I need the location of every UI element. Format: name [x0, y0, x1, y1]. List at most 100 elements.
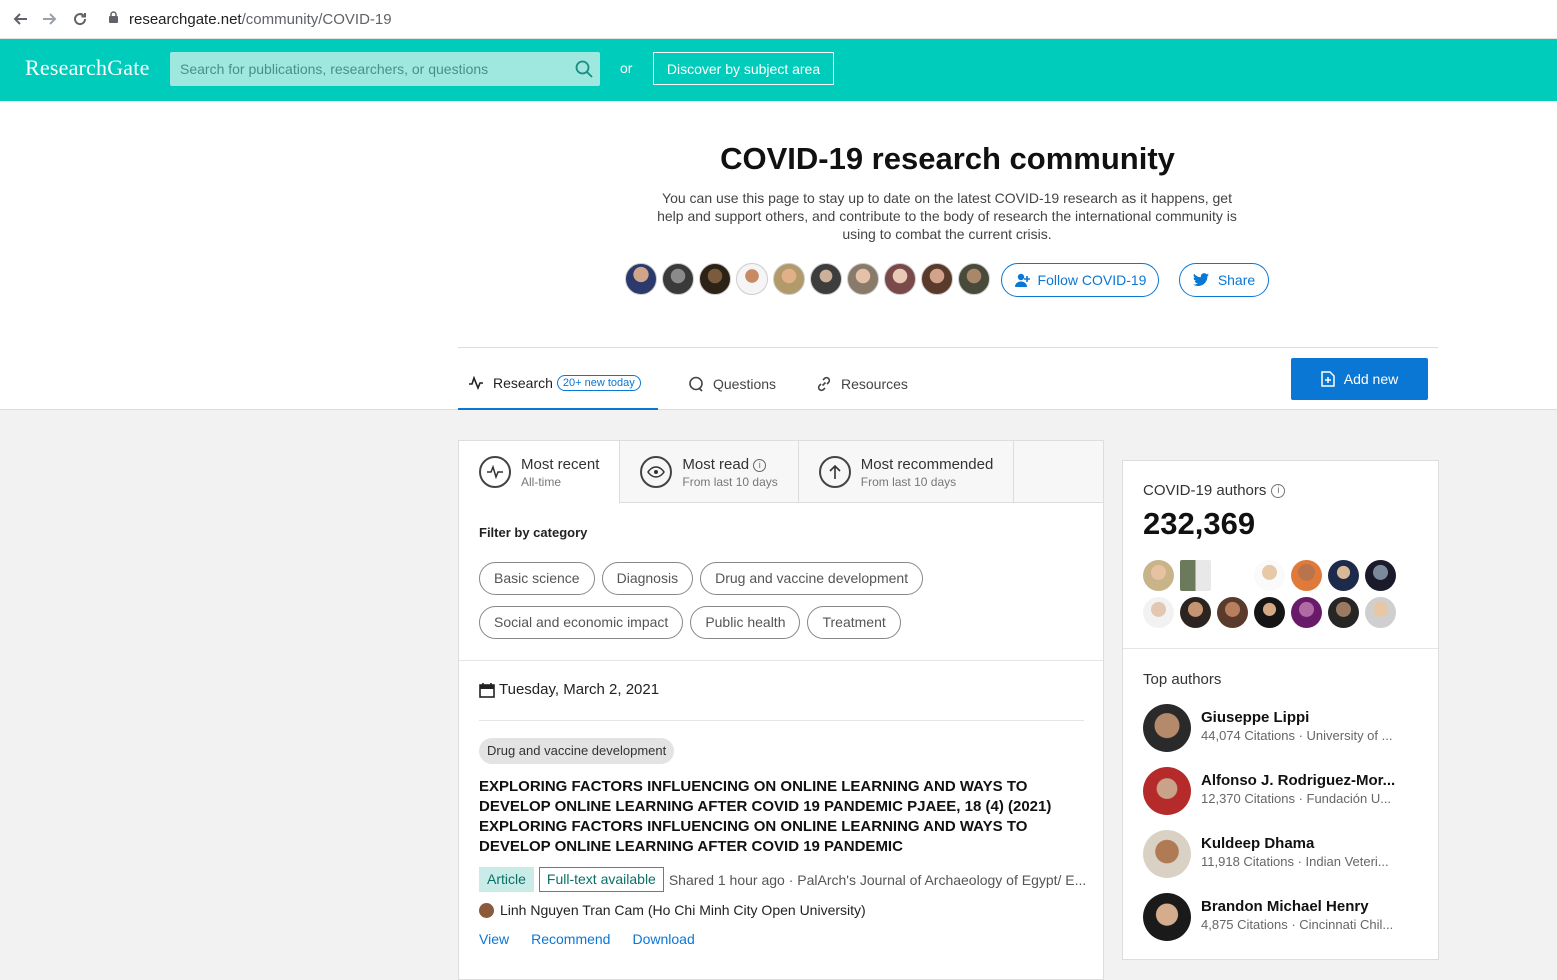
- avatar[interactable]: [1143, 830, 1191, 878]
- tab-most-read[interactable]: Most read i From last 10 days: [620, 441, 799, 503]
- authors-sidebar: COVID-19 authors i 232,369 Top authors G…: [1122, 460, 1439, 960]
- share-button[interactable]: Share: [1179, 263, 1269, 297]
- tab-most-recommended[interactable]: Most recommended From last 10 days: [799, 441, 1015, 503]
- question-bubble-icon: [688, 376, 704, 392]
- avatar[interactable]: [1328, 560, 1359, 591]
- chip-basic-science[interactable]: Basic science: [479, 562, 595, 595]
- author-citations: 11,918 Citations · Indian Veteri...: [1201, 854, 1389, 869]
- recommend-link[interactable]: Recommend: [531, 931, 610, 947]
- author-name[interactable]: Alfonso J. Rodriguez-Mor...: [1201, 772, 1406, 789]
- author-name: Linh Nguyen Tran Cam (Ho Chi Minh City O…: [500, 902, 866, 918]
- divider: [1123, 648, 1438, 649]
- authors-title: COVID-19 authors i: [1143, 482, 1286, 499]
- avatar[interactable]: [773, 263, 805, 295]
- top-author-item[interactable]: Kuldeep Dhama 11,918 Citations · Indian …: [1143, 830, 1423, 893]
- chip-drug-vaccine[interactable]: Drug and vaccine development: [700, 562, 924, 595]
- tab-resources-label: Resources: [841, 376, 908, 392]
- avatar[interactable]: [1143, 560, 1174, 591]
- top-author-item[interactable]: Brandon Michael Henry 4,875 Citations · …: [1143, 893, 1423, 956]
- researchgate-logo[interactable]: ResearchGate: [25, 55, 150, 81]
- avatar[interactable]: [736, 263, 768, 295]
- discover-subject-button[interactable]: Discover by subject area: [653, 52, 834, 85]
- back-arrow-icon[interactable]: [10, 9, 30, 29]
- sort-label: Most recommended: [860, 455, 994, 473]
- top-authors-list: Giuseppe Lippi 44,074 Citations · Univer…: [1143, 704, 1423, 956]
- avatar[interactable]: [1365, 597, 1396, 628]
- forward-arrow-icon[interactable]: [40, 9, 60, 29]
- top-author-item[interactable]: Alfonso J. Rodriguez-Mor... 12,370 Citat…: [1143, 767, 1423, 830]
- author-name[interactable]: Kuldeep Dhama: [1201, 835, 1406, 852]
- avatar[interactable]: [1143, 767, 1191, 815]
- follow-button[interactable]: Follow COVID-19: [1001, 263, 1159, 297]
- divider: [479, 720, 1084, 721]
- avatar[interactable]: [1291, 560, 1322, 591]
- category-tag[interactable]: Drug and vaccine development: [479, 738, 675, 764]
- avatar[interactable]: [1254, 597, 1285, 628]
- follower-avatars: [625, 263, 995, 295]
- search-icon[interactable]: [574, 59, 594, 79]
- avatar[interactable]: [1180, 560, 1211, 591]
- info-icon[interactable]: i: [753, 458, 767, 472]
- avatar[interactable]: [1291, 597, 1322, 628]
- author-citations: 4,875 Citations · Cincinnati Chil...: [1201, 917, 1394, 932]
- view-link[interactable]: View: [479, 931, 509, 947]
- tab-resources[interactable]: Resources: [816, 358, 908, 410]
- avatar[interactable]: [847, 263, 879, 295]
- avatar[interactable]: [884, 263, 916, 295]
- avatar: [479, 902, 494, 918]
- avatar[interactable]: [1217, 560, 1248, 591]
- tab-most-recent[interactable]: Most recent All-time: [459, 441, 621, 504]
- avatar[interactable]: [1328, 597, 1359, 628]
- article-author[interactable]: Linh Nguyen Tran Cam (Ho Chi Minh City O…: [479, 902, 866, 918]
- avatar[interactable]: [1365, 560, 1396, 591]
- date-label: Tuesday, March 2, 2021: [499, 681, 660, 698]
- avatar[interactable]: [1143, 597, 1174, 628]
- avatar[interactable]: [699, 263, 731, 295]
- avatar[interactable]: [625, 263, 657, 295]
- article-meta: Article Full-text available Shared 1 hou…: [479, 867, 1089, 892]
- sort-label: Most recent: [521, 455, 600, 473]
- article-type-badge: Article: [479, 867, 534, 892]
- avatar[interactable]: [921, 263, 953, 295]
- follow-label: Follow COVID-19: [1037, 272, 1147, 288]
- divider: [459, 660, 1103, 661]
- site-header: ResearchGate or Discover by subject area: [0, 39, 1557, 101]
- search-box[interactable]: [170, 52, 600, 86]
- avatar[interactable]: [810, 263, 842, 295]
- url-host: researchgate.net: [129, 11, 242, 28]
- chip-treatment[interactable]: Treatment: [807, 606, 901, 639]
- avatar[interactable]: [662, 263, 694, 295]
- download-link[interactable]: Download: [632, 931, 694, 947]
- avatar[interactable]: [1217, 597, 1248, 628]
- calendar-icon: [479, 682, 495, 698]
- avatar[interactable]: [1254, 560, 1285, 591]
- tabs-divider: [458, 347, 1438, 348]
- avatar[interactable]: [1143, 893, 1191, 941]
- add-new-button[interactable]: Add new: [1291, 358, 1428, 400]
- page-title: COVID-19 research community: [720, 141, 1175, 176]
- author-citations: 12,370 Citations · Fundación U...: [1201, 791, 1392, 806]
- author-name[interactable]: Brandon Michael Henry: [1201, 898, 1406, 915]
- reload-icon[interactable]: [70, 9, 90, 29]
- chip-social-economic[interactable]: Social and economic impact: [479, 606, 684, 639]
- or-label: or: [620, 60, 633, 76]
- search-input[interactable]: [180, 61, 570, 77]
- filter-title: Filter by category: [479, 525, 588, 540]
- top-author-item[interactable]: Giuseppe Lippi 44,074 Citations · Univer…: [1143, 704, 1423, 767]
- avatar[interactable]: [1180, 597, 1211, 628]
- lock-icon: [108, 11, 119, 28]
- info-icon[interactable]: i: [1271, 483, 1286, 498]
- chip-diagnosis[interactable]: Diagnosis: [601, 562, 694, 595]
- tab-research[interactable]: Research 20+ new today: [458, 358, 658, 410]
- activity-icon: [468, 375, 484, 391]
- tab-questions[interactable]: Questions: [688, 358, 776, 410]
- authors-count: 232,369: [1143, 506, 1256, 541]
- eye-icon: [640, 456, 673, 488]
- author-name[interactable]: Giuseppe Lippi: [1201, 709, 1406, 726]
- article-title[interactable]: EXPLORING FACTORS INFLUENCING ON ONLINE …: [479, 777, 1079, 857]
- avatar[interactable]: [958, 263, 990, 295]
- address-bar[interactable]: researchgate.net/community/COVID-19: [108, 0, 392, 39]
- chip-public-health[interactable]: Public health: [690, 606, 801, 639]
- url-path: /community/COVID-19: [241, 11, 392, 28]
- avatar[interactable]: [1143, 704, 1191, 752]
